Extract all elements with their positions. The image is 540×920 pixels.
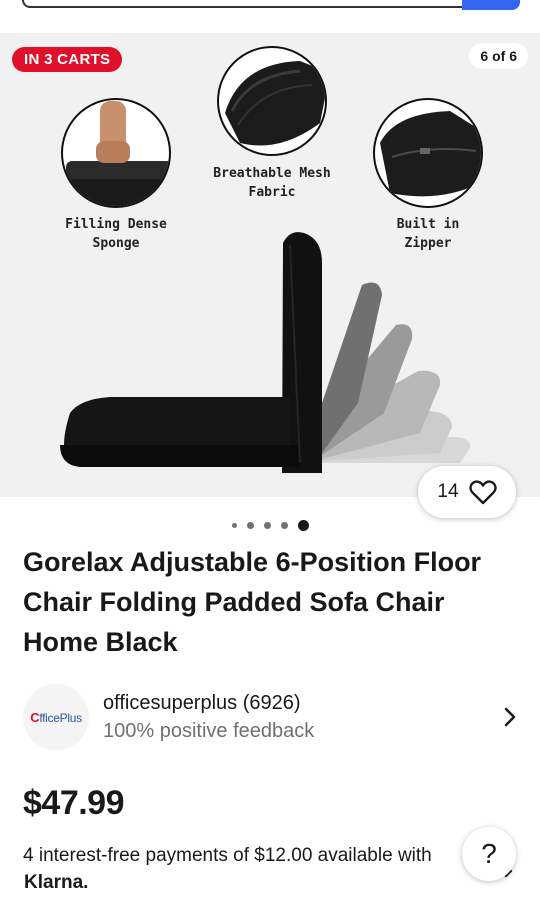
gallery-dot[interactable] [246,521,254,529]
recline-positions [322,282,471,463]
seller-logo: CfficePlus [23,684,89,750]
product-image [60,46,483,473]
zipper-detail-image [373,98,483,208]
seller-logo-text: CfficePlus [30,710,82,725]
klarna-logo: Klarna. [24,872,89,893]
seller-row[interactable]: CfficePlus officesuperplus (6926) 100% p… [23,684,520,750]
seller-logo-word: fficePlus [39,710,82,725]
image-counter: 6 of 6 [469,43,528,69]
in-carts-badge: IN 3 CARTS [12,47,123,72]
product-title: Gorelax Adjustable 6-Position Floor Chai… [23,547,482,657]
seller-name: officesuperplus (6926) [103,692,301,714]
seller-info: officesuperplus (6926) 100% positive fee… [103,689,500,745]
callout-filling-line2: Sponge [92,236,140,251]
help-button[interactable]: ? [462,827,516,881]
chair-main [60,232,322,473]
callout-mesh-line1: Breathable Mesh [213,166,331,181]
chevron-right-icon [504,707,516,727]
watch-count: 14 [437,481,459,502]
callout-mesh: Breathable Mesh Fabric [206,164,338,202]
heart-icon [468,480,497,505]
search-input[interactable] [22,0,464,8]
gallery-dot[interactable] [263,521,271,529]
gallery-dots [0,519,540,531]
callout-filling-line1: Filling Dense [65,217,167,232]
installment-text[interactable]: 4 interest-free payments of $12.00 avail… [23,845,468,867]
mesh-detail-image [217,46,327,156]
gallery-dot-active[interactable] [297,519,309,531]
callout-zipper: Built in Zipper [396,217,460,251]
callout-mesh-line2: Fabric [248,185,296,200]
gallery-dot[interactable] [280,521,288,529]
search-button[interactable] [462,0,520,10]
sponge-detail-image [61,98,171,208]
seller-logo-letter: C [30,709,40,725]
callout-filling: Filling Dense Sponge [62,215,170,253]
watch-button[interactable]: 14 [418,466,516,518]
seller-feedback: 100% positive feedback [103,720,315,742]
image-gallery[interactable]: IN 3 CARTS 6 of 6 Filling Dense Sponge B… [0,33,540,497]
gallery-dot[interactable] [231,522,237,528]
price: $47.99 [23,784,125,822]
